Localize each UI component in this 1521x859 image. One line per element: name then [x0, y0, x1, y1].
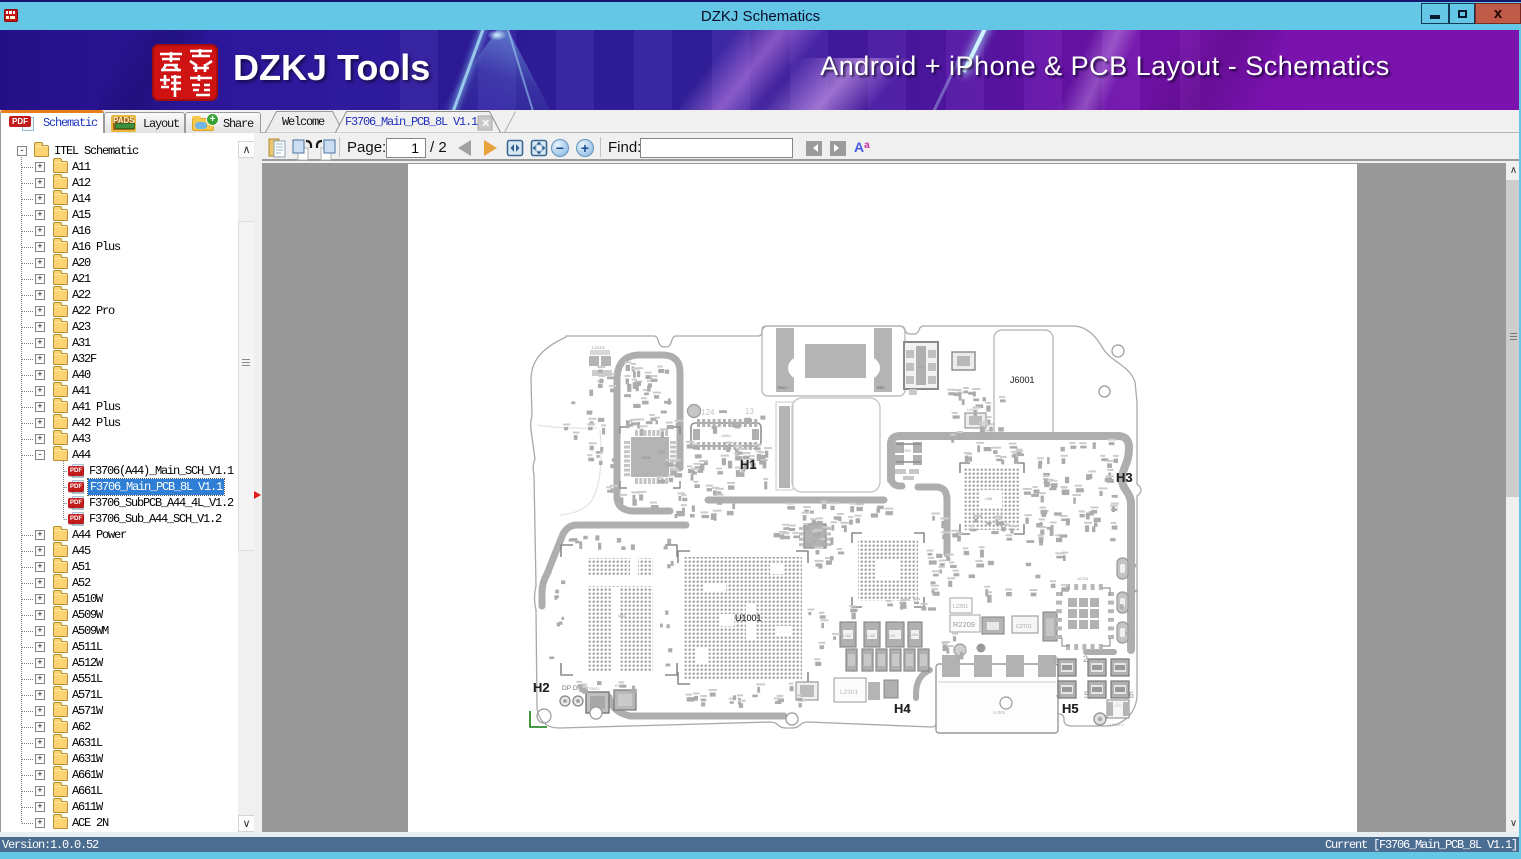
svg-text:L102: L102	[867, 634, 875, 638]
svg-text:H2: H2	[533, 680, 550, 695]
svg-text:H4: H4	[894, 701, 911, 716]
svg-text:C2701: C2701	[1016, 624, 1032, 630]
svg-text:H5: H5	[1062, 701, 1079, 716]
svg-text:2: 2	[1083, 654, 1088, 664]
svg-text:J4501: J4501	[721, 434, 731, 438]
svg-text:L2219: L2219	[592, 345, 605, 350]
svg-text:6: 6	[1129, 690, 1134, 700]
svg-text:13: 13	[745, 407, 754, 416]
svg-text:C009: C009	[641, 455, 651, 460]
svg-text:Welcome: Welcome	[282, 115, 325, 129]
svg-text:U2701: U2701	[1077, 576, 1090, 581]
svg-text:U1001: U1001	[735, 613, 762, 623]
svg-text:L2201: L2201	[953, 604, 968, 610]
svg-text:L2301: L2301	[840, 689, 858, 696]
svg-text:U-0905-2: U-0905-2	[1108, 723, 1124, 727]
svg-text:L10: L10	[889, 634, 895, 638]
svg-text:REC+: REC+	[778, 386, 788, 390]
svg-text:U06: U06	[985, 496, 993, 501]
svg-text:REC-: REC-	[877, 386, 887, 390]
svg-text:R2209: R2209	[953, 620, 975, 629]
svg-text:124: 124	[701, 408, 715, 417]
svg-text:H3: H3	[1116, 470, 1133, 485]
svg-text:J900: J900	[917, 365, 925, 369]
svg-text:U02: U02	[618, 613, 626, 618]
svg-text:5: 5	[1084, 690, 1089, 700]
svg-text:H1: H1	[740, 457, 757, 472]
svg-text:L104: L104	[843, 634, 851, 638]
svg-text:F3706_Main_PCB_8L V1.1: F3706_Main_PCB_8L V1.1	[345, 115, 478, 129]
svg-text:U-001: U-001	[993, 710, 1006, 715]
svg-text:✕: ✕	[482, 119, 490, 130]
svg-text:L204: L204	[910, 633, 918, 637]
svg-text:KY5001: KY5001	[586, 687, 600, 691]
svg-text:4: 4	[1056, 690, 1061, 700]
svg-text:X902: X902	[902, 448, 912, 453]
svg-text:J6001: J6001	[1010, 375, 1035, 385]
svg-text:3: 3	[1053, 655, 1058, 665]
